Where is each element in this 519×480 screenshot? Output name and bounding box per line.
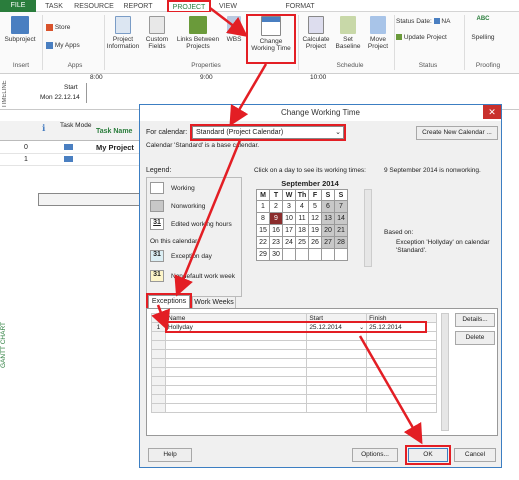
arrow-button-to-calendar [229,63,268,127]
arrow-tab-to-button [209,7,248,38]
annotation-arrows [151,7,423,445]
arrow-calendar-to-tab [174,139,242,297]
arrow-tab-to-row [151,304,171,331]
arrow-row-to-ok [358,335,423,445]
